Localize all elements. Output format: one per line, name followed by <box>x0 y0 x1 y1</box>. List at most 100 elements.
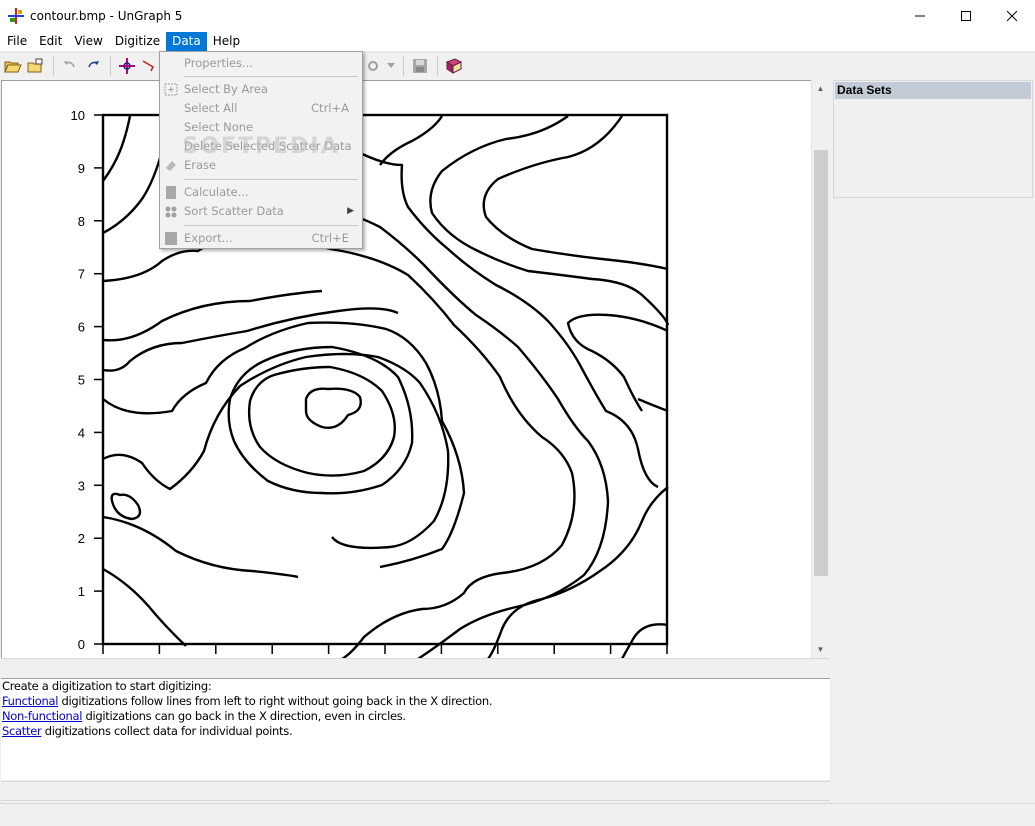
sort-scatter-label: Sort Scatter Data <box>184 204 284 218</box>
help-book-icon[interactable] <box>443 55 465 77</box>
calculator-icon <box>164 186 178 199</box>
graph-vertical-scrollbar[interactable]: ▲ ▼ <box>811 80 829 658</box>
toolbar-separator <box>53 56 54 76</box>
functional-description: digitizations follow lines from left to … <box>58 694 493 708</box>
non-functional-link[interactable]: Non-functional <box>2 709 82 723</box>
undo-icon[interactable] <box>59 55 81 77</box>
close-button[interactable] <box>989 0 1035 31</box>
toolbar-separator <box>403 56 404 76</box>
menu-help[interactable]: Help <box>207 32 246 51</box>
contour-line <box>487 486 669 658</box>
y-tick-label: 10 <box>71 108 85 123</box>
y-tick-label: 4 <box>78 425 85 440</box>
contour-line <box>227 345 414 495</box>
calculate-label: Calculate... <box>184 185 249 199</box>
contour-line <box>566 313 669 412</box>
data-sets-header: Data Sets <box>835 82 1031 99</box>
menu-edit[interactable]: Edit <box>33 32 68 51</box>
menu-item-calculate[interactable]: Calculate... <box>160 183 362 202</box>
select-area-icon <box>164 83 178 96</box>
select-all-label: Select All <box>184 101 238 115</box>
y-tick-label: 6 <box>78 320 85 335</box>
menu-item-properties[interactable]: Properties... <box>160 54 362 73</box>
line-digitize-icon[interactable] <box>139 55 161 77</box>
non-functional-description: digitizations can go back in the X direc… <box>82 709 406 723</box>
graph-canvas[interactable]: 0 1 2 3 4 5 6 7 8 9 10 <box>1 80 811 658</box>
functional-link[interactable]: Functional <box>2 694 58 708</box>
open-folder-icon[interactable] <box>2 55 24 77</box>
contour-line <box>637 397 669 413</box>
menu-item-sort-scatter-data[interactable]: Sort Scatter Data ▶ <box>160 202 362 221</box>
contour-line <box>102 321 466 569</box>
scroll-up-arrow[interactable]: ▲ <box>812 80 829 97</box>
menu-item-export[interactable]: Export... Ctrl+E <box>160 229 362 248</box>
instructions-scatter: Scatter digitizations collect data for i… <box>2 724 829 739</box>
menu-separator <box>184 76 358 77</box>
instructions-functional: Functional digitizations follow lines fr… <box>2 694 829 709</box>
toolbar-separator <box>110 56 111 76</box>
menu-bar: File Edit View Digitize Data Help <box>0 31 1035 51</box>
y-tick-label: 0 <box>78 637 85 652</box>
contour-line <box>102 115 132 182</box>
contour-line <box>379 115 444 166</box>
minimize-button[interactable] <box>897 0 943 31</box>
y-tick-label: 1 <box>78 584 85 599</box>
chevron-down-icon[interactable] <box>385 55 397 77</box>
menu-separator <box>184 225 358 226</box>
instructions-intro: Create a digitization to start digitizin… <box>2 679 212 693</box>
scatter-description: digitizations collect data for individua… <box>41 724 293 738</box>
menu-digitize[interactable]: Digitize <box>109 32 166 51</box>
contour-line <box>336 115 659 489</box>
y-tick-label: 7 <box>78 267 85 282</box>
bottom-panel-strip <box>1 781 830 801</box>
delete-selected-label: Delete Selected Scatter Data <box>184 139 352 153</box>
scroll-thumb[interactable] <box>814 150 828 576</box>
crosshair-digitize-icon[interactable] <box>116 55 138 77</box>
contour-line <box>102 307 399 372</box>
export-icon <box>164 232 178 245</box>
erase-label: Erase <box>184 158 217 172</box>
eraser-icon <box>164 159 178 172</box>
menu-item-select-by-area[interactable]: Select By Area <box>160 80 362 99</box>
menu-item-erase[interactable]: Erase <box>160 156 362 175</box>
menu-item-select-none[interactable]: Select None <box>160 118 362 137</box>
splitter[interactable] <box>1 658 830 678</box>
menu-data[interactable]: Data <box>166 31 207 51</box>
ungraph-app-icon[interactable] <box>8 7 24 24</box>
y-tick-label: 9 <box>78 161 85 176</box>
redo-icon[interactable] <box>82 55 104 77</box>
menu-file[interactable]: File <box>1 32 33 51</box>
save-icon[interactable] <box>409 55 431 77</box>
contour-line <box>429 115 670 326</box>
menu-item-select-all[interactable]: Select All Ctrl+A <box>160 99 362 118</box>
contour-chart[interactable]: 0 1 2 3 4 5 6 7 8 9 10 <box>2 81 811 658</box>
scatter-link[interactable]: Scatter <box>2 724 42 738</box>
contour-line <box>621 623 669 658</box>
properties-label: Properties... <box>184 56 254 70</box>
contour-line <box>247 365 396 477</box>
open-recent-icon[interactable] <box>25 55 47 77</box>
y-tick-label: 3 <box>78 478 85 493</box>
toolbar <box>0 52 1035 79</box>
contour-line <box>110 492 142 521</box>
toolbar-separator <box>437 56 438 76</box>
export-shortcut: Ctrl+E <box>311 231 349 245</box>
title-bar: contour.bmp - UnGraph 5 <box>0 0 1035 31</box>
contour-line <box>304 387 362 429</box>
gear-icon[interactable] <box>362 55 384 77</box>
select-all-shortcut: Ctrl+A <box>311 101 349 115</box>
contour-line <box>102 515 299 579</box>
menu-item-delete-selected-scatter-data[interactable]: Delete Selected Scatter Data <box>160 137 362 156</box>
y-tick-label: 8 <box>78 214 85 229</box>
menu-view[interactable]: View <box>68 32 108 51</box>
submenu-arrow-icon: ▶ <box>347 206 354 216</box>
data-sets-panel[interactable]: Data Sets <box>833 80 1033 198</box>
contour-line <box>102 289 323 342</box>
select-by-area-label: Select By Area <box>184 82 268 96</box>
contour-line <box>102 567 187 647</box>
scroll-down-arrow[interactable]: ▼ <box>812 641 829 658</box>
window-title: contour.bmp - UnGraph 5 <box>30 8 183 23</box>
maximize-button[interactable] <box>943 0 989 31</box>
contour-line <box>102 115 166 235</box>
select-none-label: Select None <box>184 120 254 134</box>
